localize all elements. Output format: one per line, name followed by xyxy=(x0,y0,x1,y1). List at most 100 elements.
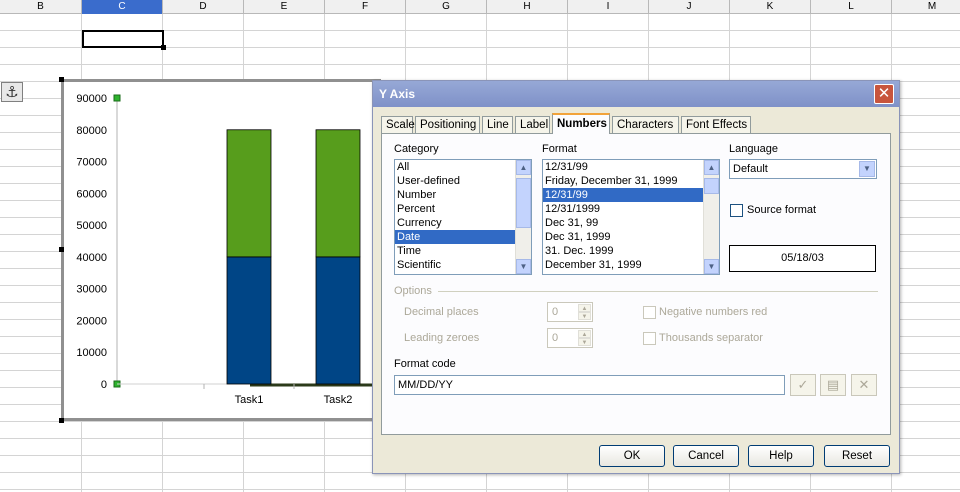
selection-handle[interactable] xyxy=(59,77,64,82)
x-tick-label: Task2 xyxy=(324,394,353,406)
x-tick-label: Task1 xyxy=(235,394,264,406)
format-list-item[interactable]: Dec 31, 99 xyxy=(543,216,703,230)
source-format-checkbox[interactable] xyxy=(730,204,743,217)
category-list-item[interactable]: Number xyxy=(395,188,515,202)
format-code-label: Format code xyxy=(394,358,456,370)
leading-zeroes-label: Leading zeroes xyxy=(404,332,480,344)
column-header-h[interactable]: H xyxy=(487,0,568,14)
bar-task2-series-2 xyxy=(315,129,361,258)
tab-font-effects[interactable]: Font Effects xyxy=(681,116,751,134)
scroll-thumb[interactable] xyxy=(704,178,719,194)
leading-zeroes-stepper[interactable]: 0 ▲ ▼ xyxy=(547,328,593,348)
category-listbox[interactable]: All User-defined Number Percent Currency Date… xyxy=(394,159,532,275)
category-list-item[interactable]: Scientific xyxy=(395,258,515,272)
category-list-item[interactable]: Percent xyxy=(395,202,515,216)
decimal-places-stepper[interactable]: 0 ▲ ▼ xyxy=(547,302,593,322)
format-list-item[interactable]: 12/31/1999 xyxy=(543,202,703,216)
decimal-places-label: Decimal places xyxy=(404,306,479,318)
format-list-item[interactable]: 12/31/99 xyxy=(543,188,703,202)
dialog-title: Y Axis xyxy=(379,87,416,101)
tab-positioning[interactable]: Positioning xyxy=(415,116,480,134)
column-header-m[interactable]: M xyxy=(892,0,960,14)
decimal-places-value: 0 xyxy=(552,306,559,318)
column-header-l[interactable]: L xyxy=(811,0,892,14)
y-tick-label: 60000 xyxy=(76,188,107,200)
column-header-d[interactable]: D xyxy=(163,0,244,14)
language-label: Language xyxy=(729,143,778,155)
language-select[interactable]: Default ▼ xyxy=(729,159,877,179)
y-axis-dialog: Y Axis ✕ Scale Positioning Line Label Number… xyxy=(372,80,900,474)
y-tick-label: 20000 xyxy=(76,315,107,327)
format-list-item[interactable]: December 31, 1999 xyxy=(543,258,703,272)
tab-line[interactable]: Line xyxy=(482,116,513,134)
chart-object[interactable]: 90000 80000 70000 60000 50000 40000 30000 20000… xyxy=(61,79,381,421)
format-list-item[interactable]: Friday, December 31, 1999 xyxy=(543,174,703,188)
axis-handle xyxy=(113,94,121,102)
tab-numbers[interactable]: Numbers xyxy=(552,113,610,134)
negative-red-checkbox[interactable] xyxy=(643,306,656,319)
column-header-f[interactable]: F xyxy=(325,0,406,14)
y-tick-label: 80000 xyxy=(76,125,107,137)
reset-button[interactable]: Reset xyxy=(824,445,890,467)
options-separator xyxy=(438,291,878,292)
selection-handle[interactable] xyxy=(59,418,64,423)
spin-down-icon[interactable]: ▼ xyxy=(578,338,591,346)
delete-icon[interactable]: ✕ xyxy=(851,374,877,396)
y-tick-label: 90000 xyxy=(76,93,107,105)
y-tick-label: 70000 xyxy=(76,157,107,169)
y-tick-label: 10000 xyxy=(76,347,107,359)
y-tick-label: 30000 xyxy=(76,284,107,296)
category-label: Category xyxy=(394,143,439,155)
spin-down-icon[interactable]: ▼ xyxy=(578,312,591,320)
help-button[interactable]: Help xyxy=(748,445,814,467)
category-list-item[interactable]: Time xyxy=(395,244,515,258)
ok-button[interactable]: OK xyxy=(599,445,665,467)
thousands-separator-checkbox[interactable] xyxy=(643,332,656,345)
category-list-item[interactable]: User-defined xyxy=(395,174,515,188)
column-header-b[interactable]: B xyxy=(0,0,82,14)
active-cell-cursor[interactable] xyxy=(82,30,166,50)
chevron-down-icon[interactable]: ▼ xyxy=(859,161,875,177)
format-list-item[interactable]: 31. Dec. 1999 xyxy=(543,244,703,258)
spin-up-icon[interactable]: ▲ xyxy=(578,330,591,338)
anchor-icon[interactable]: ⚓ xyxy=(1,82,23,102)
category-scrollbar[interactable]: ▲ ▼ xyxy=(515,160,531,274)
format-preview: 05/18/03 xyxy=(729,245,876,272)
column-header-i[interactable]: I xyxy=(568,0,649,14)
check-icon[interactable]: ✓ xyxy=(790,374,816,396)
category-list-item[interactable]: Date xyxy=(395,230,515,244)
cancel-button[interactable]: Cancel xyxy=(673,445,739,467)
format-scrollbar[interactable]: ▲ ▼ xyxy=(703,160,719,274)
y-tick-label: 50000 xyxy=(76,220,107,232)
bar-task2-series-1 xyxy=(315,256,361,385)
category-list-item[interactable]: All xyxy=(395,160,515,174)
format-list-item[interactable]: 12/31/99 xyxy=(543,160,703,174)
column-header-j[interactable]: J xyxy=(649,0,730,14)
dialog-titlebar[interactable]: Y Axis ✕ xyxy=(373,81,899,107)
selection-handle[interactable] xyxy=(59,247,64,252)
tab-label[interactable]: Label xyxy=(515,116,550,134)
column-header-k[interactable]: K xyxy=(730,0,811,14)
tab-scale[interactable]: Scale xyxy=(381,116,415,134)
scroll-down-icon[interactable]: ▼ xyxy=(516,259,531,274)
close-icon[interactable]: ✕ xyxy=(874,84,894,104)
column-header-e[interactable]: E xyxy=(244,0,325,14)
tab-characters[interactable]: Characters xyxy=(612,116,679,134)
bar-task1-series-2 xyxy=(226,129,272,258)
category-list-item[interactable]: Currency xyxy=(395,216,515,230)
scroll-up-icon[interactable]: ▲ xyxy=(704,160,719,175)
scroll-down-icon[interactable]: ▼ xyxy=(704,259,719,274)
column-header-row: BCDEFGHIJKLM xyxy=(0,0,960,14)
format-code-input[interactable]: MM/DD/YY xyxy=(394,375,785,395)
spin-up-icon[interactable]: ▲ xyxy=(578,304,591,312)
language-value: Default xyxy=(733,163,768,175)
format-listbox[interactable]: 12/31/99 Friday, December 31, 1999 12/31/9… xyxy=(542,159,720,275)
edit-comment-icon[interactable]: ▤ xyxy=(820,374,846,396)
format-list-item[interactable]: Dec 31, 1999 xyxy=(543,230,703,244)
format-list-item[interactable]: 31. December 1999 xyxy=(543,272,703,274)
scroll-thumb[interactable] xyxy=(516,178,531,228)
column-header-g[interactable]: G xyxy=(406,0,487,14)
column-header-c[interactable]: C xyxy=(82,0,163,14)
numbers-tab-panel: Category All User-defined Number Percent Cur… xyxy=(381,133,891,435)
scroll-up-icon[interactable]: ▲ xyxy=(516,160,531,175)
